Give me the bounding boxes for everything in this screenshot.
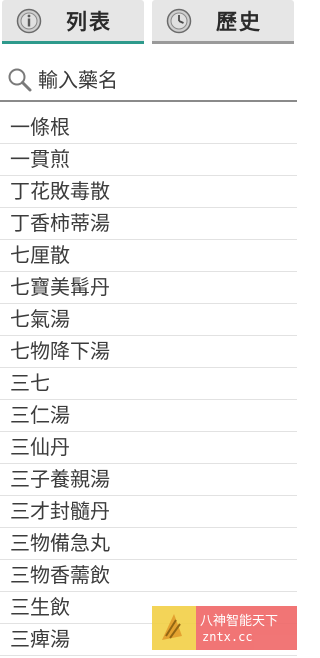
watermark-url: zntx.cc [202,630,253,644]
watermark-logo-icon [152,606,196,650]
list-item[interactable]: 七物降下湯 [0,336,297,368]
list-item[interactable]: 三才封髓丹 [0,496,297,528]
tab-list-label: 列表 [66,9,112,34]
clock-icon [166,8,192,34]
list-item[interactable]: 三仁湯 [0,400,297,432]
scroll-edge-indicator [294,72,297,88]
watermark-title: 八神智能天下 [200,614,279,629]
search-input[interactable] [38,68,268,92]
watermark-badge: 八神智能天下 zntx.cc [152,606,297,650]
info-icon [16,8,42,34]
list-item[interactable]: 三物香薷飲 [0,560,297,592]
list-item[interactable]: 三七 [0,368,297,400]
list-item[interactable]: 三仙丹 [0,432,297,464]
tab-history[interactable]: 歷史 [152,0,294,44]
tab-history-label: 歷史 [216,9,262,34]
tab-bar: 列表 歷史 [0,0,297,48]
search-icon [6,66,34,94]
list-item[interactable]: 七寶美髯丹 [0,272,297,304]
list-item[interactable]: 三物備急丸 [0,528,297,560]
list-item[interactable]: 丁香柿蒂湯 [0,208,297,240]
list-item[interactable]: 一條根 [0,112,297,144]
list-item[interactable]: 七厘散 [0,240,297,272]
herb-list: 一條根 一貫煎 丁花敗毒散 丁香柿蒂湯 七厘散 七寶美髯丹 七氣湯 七物降下湯 … [0,112,297,656]
list-item[interactable]: 一貫煎 [0,144,297,176]
search-bar [0,60,297,102]
list-item[interactable]: 丁花敗毒散 [0,176,297,208]
list-item[interactable]: 七氣湯 [0,304,297,336]
tab-list[interactable]: 列表 [2,0,144,44]
list-item[interactable]: 三子養親湯 [0,464,297,496]
